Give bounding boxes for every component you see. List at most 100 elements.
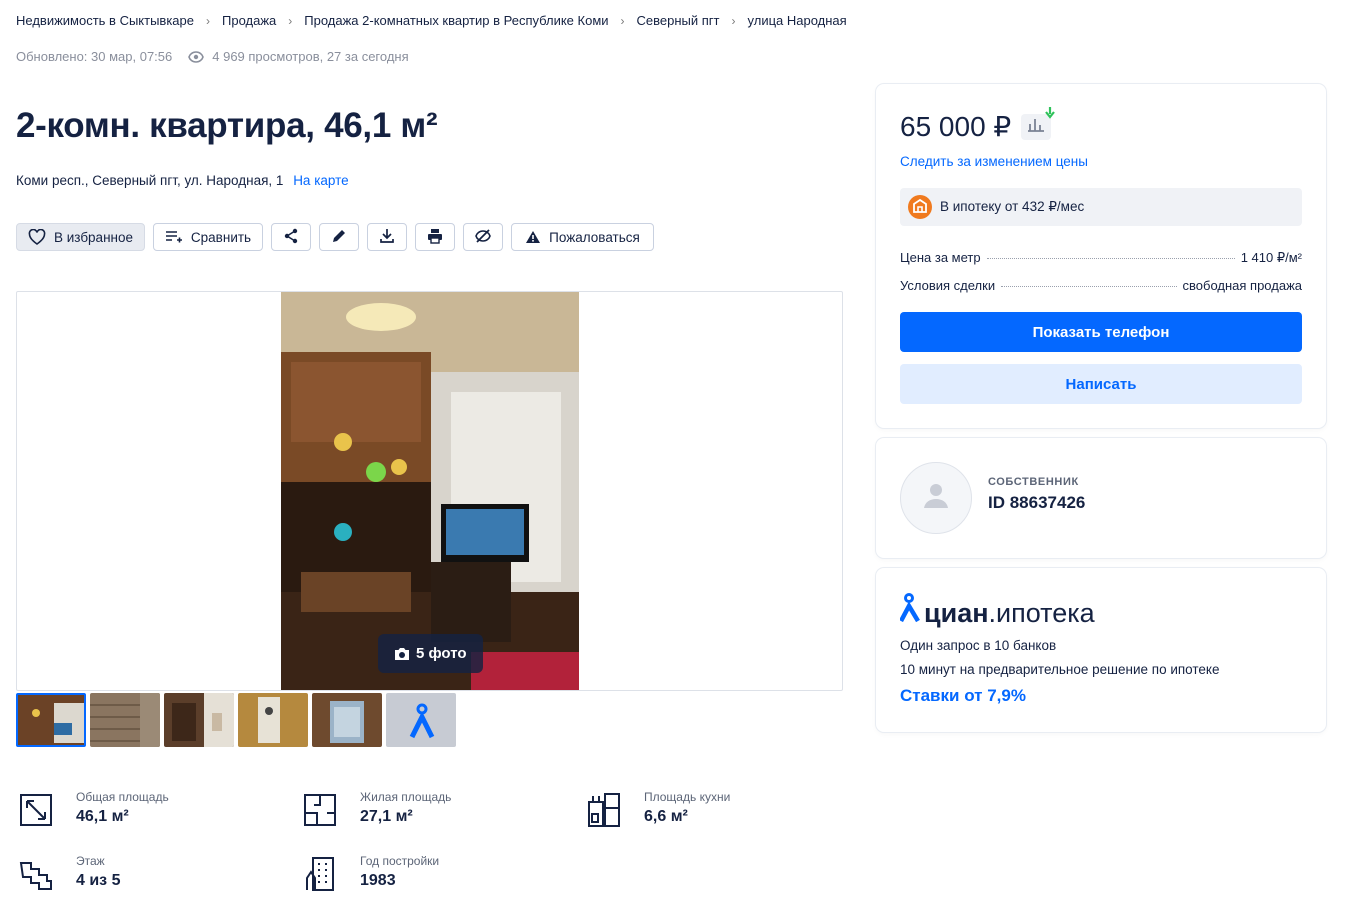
owner-card: СОБСТВЕННИК ID 88637426 xyxy=(876,438,1326,558)
total-area-icon xyxy=(16,790,56,830)
action-toolbar: В избранное Сравнить Пожаловаться xyxy=(16,223,654,251)
fact-value: 46,1 м² xyxy=(76,808,129,825)
write-message-button[interactable]: Написать xyxy=(900,364,1302,404)
dotted-leader xyxy=(986,258,1235,259)
owner-role: СОБСТВЕННИК xyxy=(988,476,1079,488)
download-icon xyxy=(379,228,395,247)
photo-gallery[interactable]: 5 фото xyxy=(16,291,843,691)
deal-terms-value: свободная продажа xyxy=(1182,278,1302,293)
fact-label: Площадь кухни xyxy=(644,790,731,804)
address-text: Коми респ., Северный пгт, ул. Народная, … xyxy=(16,173,284,188)
compare-label: Сравнить xyxy=(190,229,252,245)
favorite-button[interactable]: В избранное xyxy=(16,223,145,251)
deal-terms-label: Условия сделки xyxy=(900,278,996,293)
report-button[interactable]: Пожаловаться xyxy=(511,223,654,251)
user-placeholder-icon xyxy=(920,480,952,517)
price-down-arrow-icon xyxy=(1045,106,1056,124)
cian-logo-suffix: .ипотека xyxy=(988,598,1095,628)
thumbnail-3[interactable] xyxy=(164,693,234,747)
breadcrumb: Недвижимость в Сыктывкаре › Продажа › Пр… xyxy=(16,13,847,28)
living-area-icon xyxy=(300,790,340,830)
fact-label: Общая площадь xyxy=(76,790,169,804)
fact-value: 27,1 м² xyxy=(360,808,413,825)
cian-line-2: 10 минут на предварительное решение по и… xyxy=(900,662,1220,677)
stairs-icon xyxy=(16,854,56,894)
kitchen-icon xyxy=(584,790,624,830)
compare-list-icon xyxy=(165,230,183,244)
compare-button[interactable]: Сравнить xyxy=(153,223,263,251)
building-icon xyxy=(300,854,340,894)
print-button[interactable] xyxy=(415,223,455,251)
show-phone-button[interactable]: Показать телефон xyxy=(900,312,1302,352)
eye-icon xyxy=(188,50,205,63)
warning-icon xyxy=(525,230,541,244)
fact-living-area: Жилая площадь 27,1 м² xyxy=(300,790,580,830)
views-count: 4 969 просмотров, 27 за сегодня xyxy=(212,49,409,64)
main-photo[interactable] xyxy=(281,292,579,690)
thumbnail-2[interactable] xyxy=(90,693,160,747)
price: 65 000 ₽ xyxy=(900,111,1012,142)
thumbnail-5[interactable] xyxy=(312,693,382,747)
price-history-button[interactable] xyxy=(1021,106,1056,140)
pencil-icon xyxy=(331,228,347,247)
photo-count-badge[interactable]: 5 фото xyxy=(378,634,483,673)
price-per-meter-value: 1 410 ₽/м² xyxy=(1240,250,1302,265)
listing-meta: Обновлено: 30 мар, 07:56 4 969 просмотро… xyxy=(16,49,409,64)
thumbnail-map[interactable] xyxy=(386,693,456,747)
cian-logo-text: циан xyxy=(924,598,989,628)
report-label: Пожаловаться xyxy=(549,229,640,245)
share-button[interactable] xyxy=(271,223,311,251)
printer-icon xyxy=(427,228,443,247)
mortgage-offer-text: В ипотеку от 432 ₽/мес xyxy=(940,199,1085,214)
fact-label: Жилая площадь xyxy=(360,790,452,804)
price-per-meter-label: Цена за метр xyxy=(900,250,981,265)
fact-value: 4 из 5 xyxy=(76,872,121,889)
breadcrumb-item-sale[interactable]: Продажа xyxy=(222,13,276,28)
cian-line-1: Один запрос в 10 банков xyxy=(900,638,1057,653)
eye-off-icon xyxy=(474,228,492,247)
page-title: 2-комн. квартира, 46,1 м² xyxy=(16,106,438,145)
bar-chart-icon xyxy=(1027,116,1045,137)
price-card: 65 000 ₽ Следить за изменением цены В ип… xyxy=(876,84,1326,428)
bank-logo-icon xyxy=(908,195,932,219)
mortgage-offer[interactable]: В ипотеку от 432 ₽/мес xyxy=(900,188,1302,226)
chevron-right-icon: › xyxy=(206,13,211,28)
fact-label: Год постройки xyxy=(360,854,440,868)
fact-value: 1983 xyxy=(360,872,396,889)
chevron-right-icon: › xyxy=(731,13,736,28)
breadcrumb-item-severny[interactable]: Северный пгт xyxy=(637,13,720,28)
cian-mortgage-card: циан .ипотека Один запрос в 10 банков 10 … xyxy=(876,568,1326,732)
edit-note-button[interactable] xyxy=(319,223,359,251)
fact-label: Этаж xyxy=(76,854,105,868)
mortgage-rates-link[interactable]: Ставки от 7,9% xyxy=(900,686,1026,706)
thumbnail-4[interactable] xyxy=(238,693,308,747)
price-per-meter-row: Цена за метр 1 410 ₽/м² xyxy=(900,250,1302,266)
fact-build-year: Год постройки 1983 xyxy=(300,854,580,894)
download-button[interactable] xyxy=(367,223,407,251)
thumbnail-strip xyxy=(16,693,456,747)
fact-value: 6,6 м² xyxy=(644,808,688,825)
cian-logo-icon xyxy=(899,592,924,629)
share-icon xyxy=(283,228,299,247)
camera-icon xyxy=(394,647,410,661)
thumbnail-1[interactable] xyxy=(16,693,86,747)
breadcrumb-item-street[interactable]: улица Народная xyxy=(748,13,847,28)
heart-icon xyxy=(28,229,46,245)
fact-kitchen-area: Площадь кухни 6,6 м² xyxy=(584,790,864,830)
cian-mortgage-logo[interactable]: циан .ипотека xyxy=(899,592,1095,629)
track-price-link[interactable]: Следить за изменением цены xyxy=(900,154,1088,169)
avatar[interactable] xyxy=(900,462,972,534)
breadcrumb-item-realty[interactable]: Недвижимость в Сыктывкаре xyxy=(16,13,194,28)
map-link[interactable]: На карте xyxy=(293,173,348,188)
chevron-right-icon: › xyxy=(288,13,293,28)
fact-total-area: Общая площадь 46,1 м² xyxy=(16,790,296,830)
deal-terms-row: Условия сделки свободная продажа xyxy=(900,278,1302,293)
dotted-leader xyxy=(1001,286,1177,287)
chevron-right-icon: › xyxy=(620,13,625,28)
updated-date: Обновлено: 30 мар, 07:56 xyxy=(16,49,173,64)
hide-button[interactable] xyxy=(463,223,503,251)
owner-id[interactable]: ID 88637426 xyxy=(988,493,1085,513)
breadcrumb-item-2room-komi[interactable]: Продажа 2-комнатных квартир в Республике… xyxy=(304,13,608,28)
photo-count-label: 5 фото xyxy=(416,645,467,662)
address: Коми респ., Северный пгт, ул. Народная, … xyxy=(16,173,349,188)
